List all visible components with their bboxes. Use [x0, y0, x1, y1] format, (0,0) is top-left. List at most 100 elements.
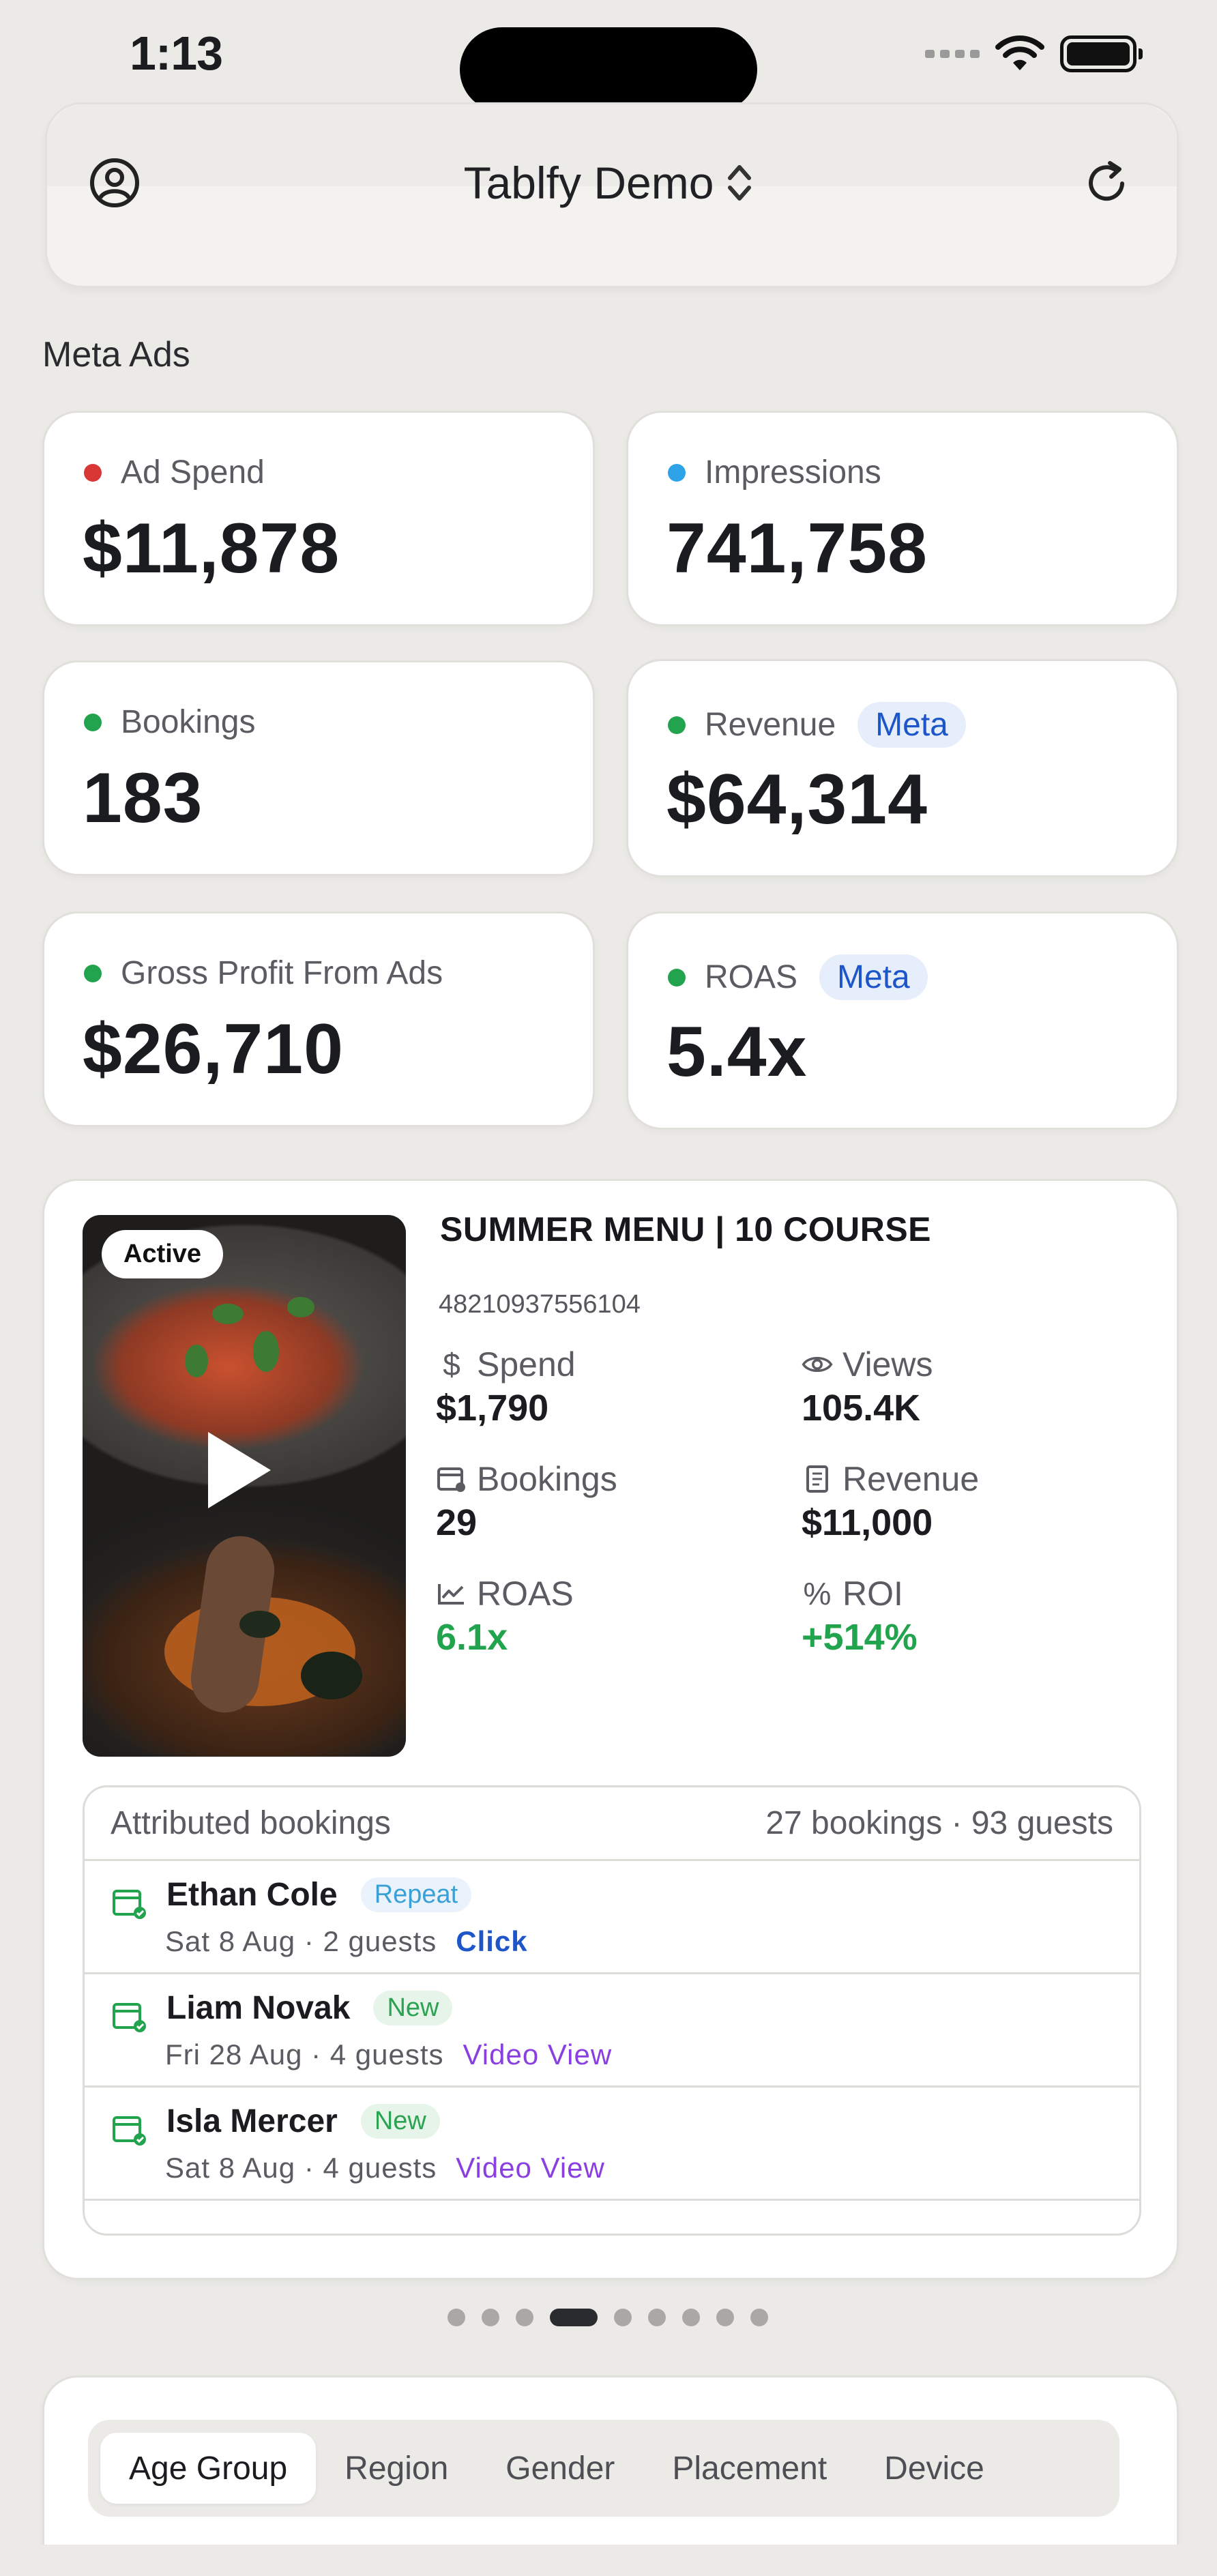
- attributed-bookings-header: Attributed bookings 27 bookings · 93 gue…: [85, 1787, 1139, 1861]
- status-dot-icon: [668, 716, 686, 734]
- stat-label: Impressions: [668, 454, 881, 491]
- booking-row[interactable]: Isla Mercer New Sat 8 Aug · 4 guests Vid…: [85, 2088, 1139, 2201]
- percent-icon: %: [803, 1576, 832, 1611]
- stat-value: $26,710: [83, 1010, 344, 1089]
- ad-id: 48210937556104: [439, 1290, 641, 1319]
- booking-date-guests: Fri 28 Aug · 4 guests: [165, 2038, 444, 2070]
- calendar-check-icon: [112, 1887, 147, 1923]
- refresh-icon: [1089, 161, 1124, 201]
- metric-label: ROAS: [477, 1575, 574, 1613]
- attribution-source: Video View: [463, 2038, 613, 2070]
- ad-status-badge: Active: [102, 1230, 224, 1278]
- attributed-bookings-list[interactable]: Attributed bookings 27 bookings · 93 gue…: [83, 1785, 1141, 2236]
- guest-type-tag: Repeat: [360, 1877, 472, 1912]
- ad-title: SUMMER MENU | 10 COURSE: [440, 1210, 932, 1248]
- status-dot-icon: [668, 463, 686, 482]
- workspace-switcher[interactable]: Tablfy Demo: [409, 156, 808, 210]
- stat-card-roas[interactable]: ROAS Meta 5.4x: [626, 911, 1179, 1130]
- meta-chip: Meta: [819, 954, 928, 1000]
- metric-bookings: Bookings 29: [436, 1459, 777, 1544]
- trend-chart-icon: [436, 1581, 467, 1606]
- status-dot-icon: [84, 713, 102, 731]
- stat-label: Revenue Meta: [668, 702, 966, 748]
- metric-revenue: Revenue $11,000: [802, 1459, 1143, 1544]
- guest-name: Ethan Cole: [166, 1877, 338, 1913]
- stat-card-bookings[interactable]: Bookings 183: [42, 660, 595, 876]
- booking-row[interactable]: Ethan Cole Repeat Sat 8 Aug · 2 guests C…: [85, 1861, 1139, 1974]
- stat-card-revenue[interactable]: Revenue Meta $64,314: [626, 659, 1179, 877]
- pager-dot[interactable]: [682, 2309, 700, 2326]
- metric-roas: ROAS 6.1x: [436, 1574, 777, 1658]
- ad-video-thumbnail[interactable]: Active: [83, 1215, 406, 1757]
- breakdown-segmented-control[interactable]: Age Group Region Gender Placement Device: [88, 2420, 1119, 2517]
- metric-label: Bookings: [477, 1460, 617, 1498]
- guest-type-tag: New: [373, 1991, 453, 2025]
- metric-roi: % ROI +514%: [802, 1574, 1143, 1658]
- booking-date-guests: Sat 8 Aug · 4 guests: [165, 2152, 437, 2184]
- dollar-icon: $: [443, 1347, 460, 1382]
- pager-dot[interactable]: [482, 2309, 499, 2326]
- guest-name: Liam Novak: [166, 1990, 351, 2026]
- stat-card-impressions[interactable]: Impressions 741,758: [626, 411, 1179, 626]
- metric-label: ROI: [842, 1575, 903, 1613]
- play-icon[interactable]: [208, 1432, 271, 1508]
- status-time: 1:13: [130, 27, 223, 80]
- status-dot-icon: [84, 964, 102, 982]
- refresh-button[interactable]: [1079, 156, 1134, 210]
- stat-card-gross-profit[interactable]: Gross Profit From Ads $26,710: [42, 911, 595, 1127]
- stat-label-text: Ad Spend: [121, 454, 265, 491]
- stat-label-text: Bookings: [121, 704, 256, 740]
- profile-button[interactable]: [87, 156, 142, 210]
- stat-value: $64,314: [666, 760, 928, 839]
- bottom-edge: [0, 2545, 1217, 2576]
- pager-dot[interactable]: [716, 2309, 734, 2326]
- pager-dot[interactable]: [448, 2309, 465, 2326]
- attribution-source: Video View: [456, 2152, 605, 2184]
- metric-views: Views 105.4K: [802, 1345, 1143, 1429]
- stat-value: 5.4x: [666, 1012, 808, 1092]
- stat-label: Ad Spend: [84, 454, 265, 491]
- stat-label-text: Revenue: [705, 707, 836, 743]
- pager-dot[interactable]: [614, 2309, 632, 2326]
- tab-region[interactable]: Region: [316, 2433, 477, 2504]
- calendar-check-icon: [112, 2000, 147, 2036]
- booking-detail: Sat 8 Aug · 2 guests Click: [165, 1925, 528, 1958]
- booking-detail: Fri 28 Aug · 4 guests Video View: [165, 2038, 612, 2071]
- metric-value: 105.4K: [802, 1388, 921, 1429]
- metric-label: Views: [842, 1345, 933, 1384]
- booking-row[interactable]: Liam Novak New Fri 28 Aug · 4 guests Vid…: [85, 1974, 1139, 2088]
- stat-label: ROAS Meta: [668, 954, 928, 1000]
- metric-spend: $ Spend $1,790: [436, 1345, 777, 1429]
- calendar-check-icon: [112, 2113, 147, 2150]
- app-title: Tablfy Demo: [463, 158, 714, 208]
- tab-device[interactable]: Device: [855, 2433, 1013, 2504]
- ad-card[interactable]: Active SUMMER MENU | 10 COURSE 482109375…: [42, 1179, 1179, 2280]
- battery-icon: [1060, 35, 1143, 72]
- booking-guest-name: Liam Novak New: [166, 1989, 453, 2027]
- section-title: Meta Ads: [42, 335, 190, 375]
- stat-card-ad-spend[interactable]: Ad Spend $11,878: [42, 411, 595, 626]
- metric-label: Spend: [477, 1345, 576, 1384]
- metric-label: Revenue: [842, 1460, 980, 1498]
- tab-gender[interactable]: Gender: [477, 2433, 643, 2504]
- stat-label: Gross Profit From Ads: [84, 954, 443, 992]
- stat-value: 183: [83, 759, 203, 838]
- tab-age-group[interactable]: Age Group: [100, 2433, 317, 2504]
- metric-value: +514%: [802, 1617, 918, 1658]
- pager-dot[interactable]: [750, 2309, 768, 2326]
- cellular-signal-icon: [925, 50, 980, 58]
- carousel-pager[interactable]: [448, 2309, 768, 2326]
- attributed-bookings-summary: 27 bookings · 93 guests: [765, 1805, 1113, 1841]
- calendar-icon: [436, 1465, 467, 1493]
- guest-type-tag: New: [360, 2104, 440, 2139]
- profile-icon: [90, 158, 139, 207]
- stat-value: 741,758: [666, 509, 928, 588]
- chevron-up-down-icon: [728, 165, 752, 201]
- dynamic-island: [460, 27, 757, 112]
- pager-dot[interactable]: [648, 2309, 666, 2326]
- pager-dot[interactable]: [516, 2309, 533, 2326]
- pager-dot-active[interactable]: [550, 2309, 598, 2326]
- status-icons: [925, 30, 1150, 78]
- tab-placement[interactable]: Placement: [643, 2433, 855, 2504]
- booking-guest-name: Isla Mercer New: [166, 2103, 440, 2140]
